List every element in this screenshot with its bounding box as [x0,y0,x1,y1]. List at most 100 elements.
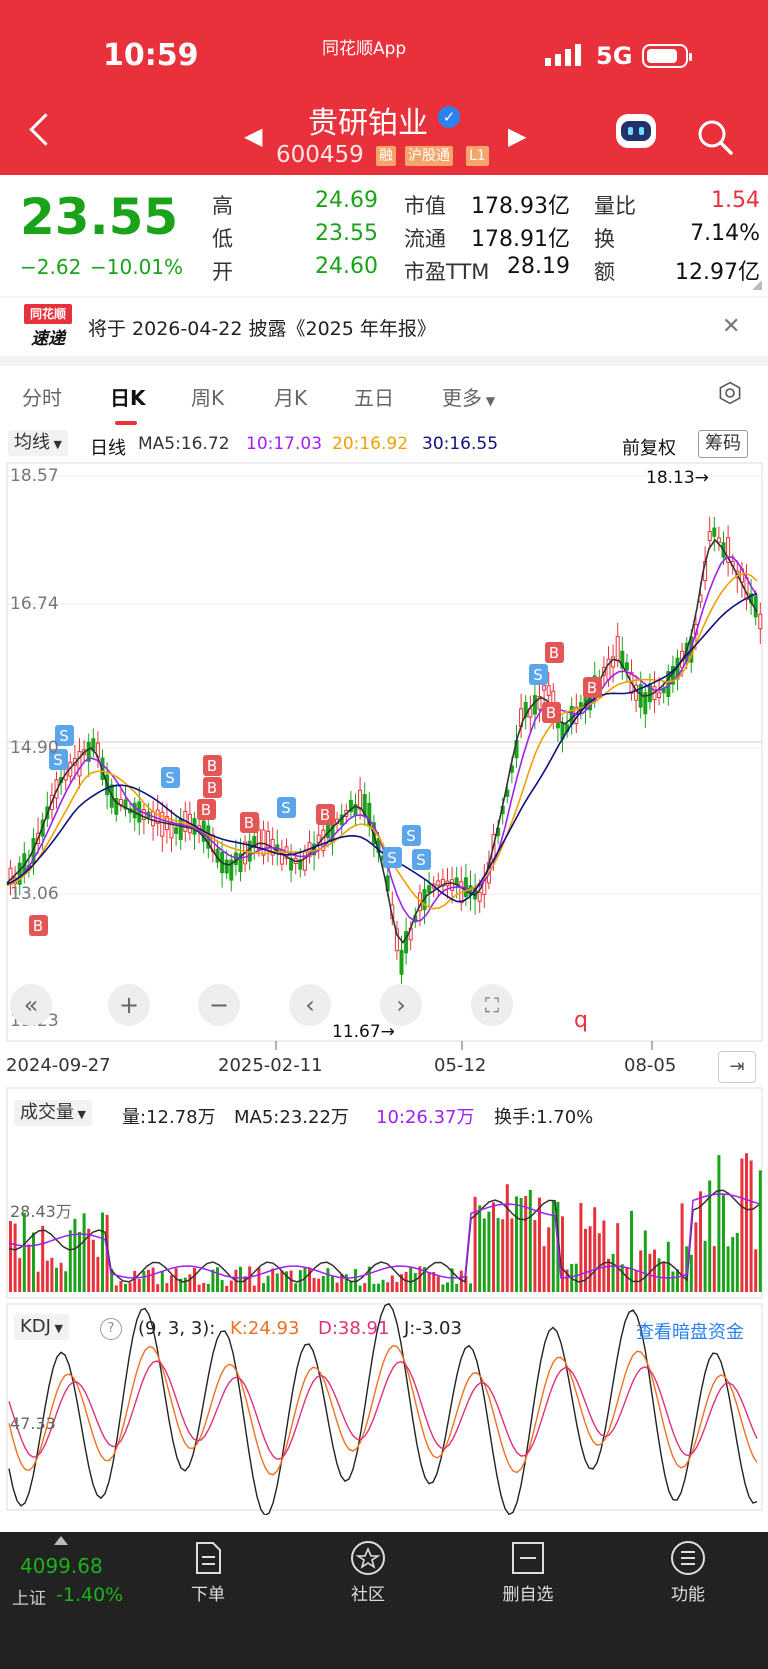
trade-signal-badge: S [412,849,431,870]
volume-bar [27,1244,31,1292]
tab-five-day[interactable]: 五日 [354,382,394,411]
ma10-value: 10:17.03 [246,434,323,454]
trade-signal-badge: B [240,812,259,833]
volume-bar [73,1218,77,1292]
stat-label: 开 [212,260,233,284]
news-logo: 同花顺 速递 [24,304,72,349]
remove-watchlist-icon [512,1542,544,1574]
nav-remove-watchlist[interactable]: 删自选 [488,1540,568,1605]
volume-bar [344,1274,348,1292]
volume-bar [735,1232,739,1292]
fullscreen-icon[interactable]: ⛶ [471,984,513,1026]
trade-signal-badge: S [161,767,180,788]
volume-bar [574,1263,578,1292]
signal-icon [545,44,581,66]
volume-bar [335,1282,339,1292]
volume-dropdown-label: 成交量 [20,1102,74,1123]
tab-more[interactable]: 更多 ▼ [442,382,495,411]
kline-chart[interactable]: SSBSBBBBS BSSSSBBB [0,455,768,1515]
expand-corner-icon[interactable] [752,280,762,290]
tab-active-indicator [115,421,137,425]
ma5-value: MA5:16.72 [138,434,230,454]
nav-order[interactable]: 下单 [168,1540,248,1605]
stock-name: 贵研铂业 [308,106,428,141]
volume-bar [266,1275,270,1292]
stat-value: 23.55 [315,221,378,246]
settings-icon[interactable] [718,381,742,405]
x-axis-label: 05-12 [434,1055,487,1076]
volume-bar [404,1271,408,1292]
candle-body [477,892,482,902]
kdj-k: K:24.93 [230,1318,300,1339]
ma20-value: 20:16.92 [332,434,409,454]
help-icon[interactable]: ? [100,1318,122,1340]
stat-value: 178.91亿 [471,227,570,252]
signal-badge-label: B [320,806,330,824]
fast-rewind-icon[interactable]: « [10,984,52,1026]
next-stock-icon[interactable]: ▶ [508,122,526,150]
nav-functions[interactable]: 功能 [648,1540,728,1605]
search-icon[interactable] [696,118,734,156]
scroll-to-end-icon[interactable]: ⇥ [718,1051,756,1083]
signal-badge-label: B [549,644,559,662]
volume-bar [275,1273,279,1292]
candle-body [611,656,616,668]
volume-bar [694,1222,698,1292]
volume-bar [326,1268,330,1292]
scroll-right-icon[interactable]: › [380,984,422,1026]
scroll-left-icon[interactable]: ‹ [289,984,331,1026]
index-value[interactable]: 4099.68 [20,1554,103,1578]
trade-signal-badge: S [402,825,421,846]
volume-bar [183,1277,187,1292]
volume-dropdown[interactable]: 成交量 ▼ [14,1100,92,1126]
stat-value: 24.60 [315,254,378,279]
tab-intraday[interactable]: 分时 [22,382,62,411]
signal-badge-label: S [416,851,426,869]
dark-pool-link[interactable]: 查看暗盘资金 [636,1318,744,1344]
volume-bar [220,1280,224,1292]
signal-badge-label: B [546,704,556,722]
chevron-down-icon: ▼ [482,394,496,408]
candle-body [624,662,629,671]
volume-bar [496,1218,500,1292]
trade-signal-badge: B [545,642,564,663]
news-headline[interactable]: 将于 2026-04-22 披露《2025 年年报》 [88,314,436,341]
verified-icon: ✓ [438,106,460,128]
zoom-in-icon[interactable]: + [108,984,150,1026]
volume-bar [55,1267,58,1292]
nav-remove-watchlist-label: 删自选 [502,1585,554,1605]
candle-body [712,527,717,537]
kdj-dropdown[interactable]: KDJ ▼ [14,1314,69,1340]
volume-bar [409,1266,413,1292]
volume-bar [455,1283,459,1292]
price-change-pct: −10.01% [90,255,184,279]
close-icon[interactable]: ✕ [722,314,740,339]
signal-badge-label: S [533,666,543,684]
volume-bar [745,1153,748,1292]
ma-dropdown[interactable]: 均线 ▼ [8,430,68,456]
stat-label: 市值 [404,194,446,218]
assistant-robot-icon[interactable] [616,114,656,148]
volume-bar [492,1202,495,1292]
volume-bar [666,1241,670,1292]
signal-badge-label: B [587,679,597,697]
nav-community[interactable]: 社区 [328,1540,408,1605]
kdj-dropdown-label: KDJ [20,1316,51,1337]
volume-bar [505,1184,509,1292]
stat-value: 28.19 [507,254,570,279]
volume-bar [459,1270,463,1292]
volume-bar [91,1239,95,1292]
volume-bar [386,1282,390,1292]
tab-daily-k[interactable]: 日K [110,382,146,411]
zoom-out-icon[interactable]: − [198,984,240,1026]
prev-stock-icon[interactable]: ◀ [244,122,262,150]
chips-button[interactable]: 筹码 [698,430,748,458]
last-price: 23.55 [20,188,179,246]
chevron-down-icon: ▼ [74,1108,86,1121]
tab-weekly-k[interactable]: 周K [191,382,224,411]
tab-monthly-k[interactable]: 月K [274,382,307,411]
volume-bar [616,1223,620,1292]
volume-bar [18,1258,22,1292]
price-change: −2.62 [20,255,82,279]
volume-bar [294,1283,298,1292]
